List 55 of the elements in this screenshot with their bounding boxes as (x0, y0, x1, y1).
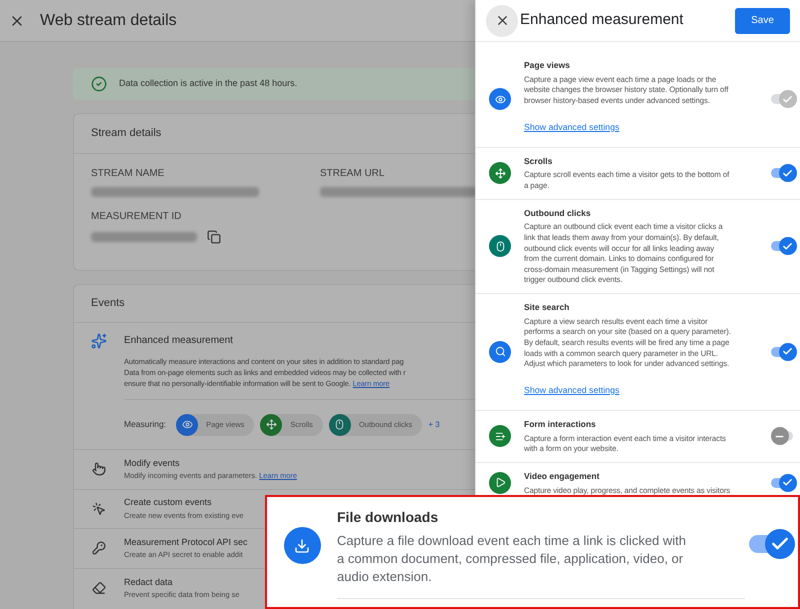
field-label: STREAM NAME (91, 167, 166, 181)
toggle-switch[interactable] (770, 342, 796, 361)
feature-title: Outbound clicks (524, 206, 592, 220)
row-title: Modify events (124, 456, 181, 470)
toggle-switch[interactable] (770, 474, 796, 492)
feature-title: Page views (524, 59, 571, 72)
measuring-label: Measuring: (124, 418, 166, 431)
section-title: Enhanced measurement (124, 334, 234, 348)
card-title: Stream details (91, 126, 162, 142)
description-line: a common document, compressed file, application, video, or (337, 550, 684, 568)
more-link[interactable]: + 3 (428, 418, 440, 430)
advanced-settings-link[interactable]: Show advanced settings (524, 384, 620, 397)
move-icon (494, 168, 506, 179)
move-icon (266, 419, 277, 430)
sparkles-icon (91, 333, 107, 349)
check-icon (782, 346, 793, 358)
page-title: Web stream details (40, 10, 177, 30)
toggle-switch[interactable] (770, 237, 796, 256)
feature-title: Scrolls (524, 154, 554, 168)
field-label: MEASUREMENT ID (91, 210, 182, 224)
banner-text: Data collection is active in the past 48 hours. (119, 77, 298, 90)
toggle-switch[interactable] (770, 164, 796, 182)
search-icon (494, 346, 506, 358)
mouse-icon (334, 419, 346, 430)
check-icon (782, 240, 793, 252)
row-title: Measurement Protocol API sec (124, 536, 248, 549)
check-icon (782, 477, 793, 488)
click-icon (92, 502, 106, 516)
card-title: Events (91, 296, 125, 312)
row-title: Redact data (124, 576, 174, 589)
description-line: audio extension. (337, 568, 433, 586)
description-line: Capture a file download event each time a link is clicked with (337, 532, 688, 550)
check-circle-icon (91, 76, 107, 92)
eraser-icon (92, 581, 106, 596)
copy-icon[interactable] (207, 230, 221, 244)
feature-title: Site search (524, 300, 570, 314)
key-icon (92, 541, 106, 556)
eye-icon (494, 94, 506, 105)
feature-title: File downloads (337, 508, 440, 527)
play-icon (494, 477, 506, 488)
download-icon (294, 538, 310, 554)
panel-title: Enhanced measurement (520, 10, 684, 30)
eye-icon (182, 419, 193, 430)
row-title: Create custom events (124, 496, 213, 510)
toggle-switch[interactable] (748, 529, 794, 559)
feature-title: Form interactions (524, 418, 597, 431)
list-plus-icon (494, 430, 506, 442)
hand-pointer-icon (92, 462, 106, 476)
field-label: STREAM URL (320, 167, 386, 181)
check-icon (782, 168, 793, 179)
close-button[interactable] (486, 4, 518, 36)
mouse-icon (494, 240, 506, 252)
save-button[interactable]: Save (735, 8, 790, 34)
feature-title: Video engagement (524, 470, 600, 483)
check-icon (782, 94, 793, 105)
